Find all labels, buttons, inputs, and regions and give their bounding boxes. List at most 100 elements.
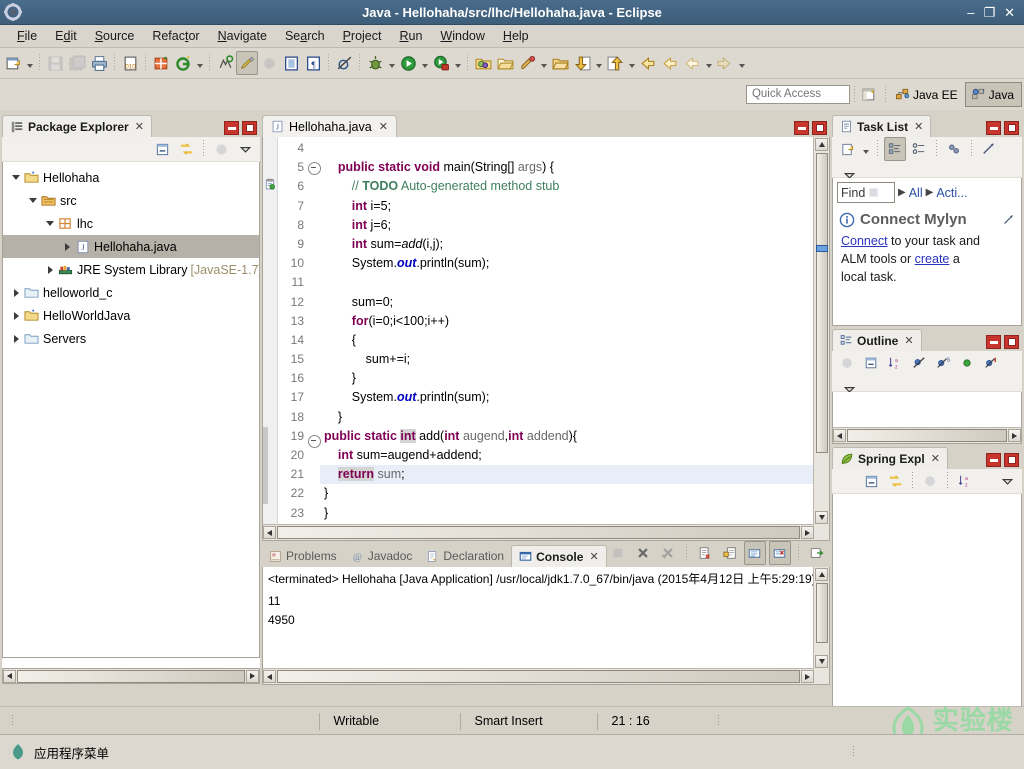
console-output[interactable]: 11 4950 bbox=[263, 592, 829, 633]
collapse-all-icon[interactable] bbox=[151, 137, 173, 161]
previous-annotation-icon[interactable] bbox=[681, 51, 703, 75]
open-perspective-icon[interactable] bbox=[859, 83, 881, 107]
fold-collapse-icon[interactable] bbox=[308, 434, 321, 454]
new-task-dropdown-arrow[interactable] bbox=[860, 137, 871, 161]
new-class-icon[interactable] bbox=[172, 51, 194, 75]
pe-scroll-right-button[interactable] bbox=[246, 669, 259, 683]
import-icon[interactable] bbox=[571, 51, 593, 75]
new-java-project-icon[interactable] bbox=[150, 51, 172, 75]
outline-collapse-all-icon[interactable] bbox=[860, 351, 882, 375]
bottom-tab-console[interactable]: Console ✕ bbox=[511, 545, 607, 567]
open-type-icon[interactable] bbox=[214, 51, 236, 75]
bottom-tab-problems[interactable]: Problems bbox=[262, 545, 344, 567]
save-all-icon[interactable] bbox=[66, 51, 88, 75]
outline-scroll-left-button[interactable] bbox=[833, 429, 846, 442]
new-class-dropdown-arrow[interactable] bbox=[194, 51, 205, 75]
perspective-tab-java[interactable]: J Java bbox=[964, 82, 1022, 107]
package-explorer-maximize-button[interactable] bbox=[242, 121, 257, 135]
expand-arrow-down-icon[interactable] bbox=[26, 198, 40, 203]
menu-source[interactable]: Source bbox=[86, 27, 144, 45]
hide-locals-icon[interactable] bbox=[980, 351, 1002, 375]
code-line[interactable]: } bbox=[320, 484, 829, 503]
spring-explorer-close-icon[interactable]: ✕ bbox=[931, 452, 940, 465]
taskbar-label[interactable]: 应用程序菜单 bbox=[34, 743, 109, 762]
expand-arrow-right-icon[interactable] bbox=[9, 288, 23, 297]
spring-sort-icon[interactable]: a z bbox=[954, 469, 976, 493]
focus-on-active-task-icon[interactable] bbox=[210, 137, 232, 161]
menu-window[interactable]: Window bbox=[431, 27, 493, 45]
fold-collapse-icon[interactable] bbox=[308, 162, 321, 181]
new-dropdown-arrow[interactable] bbox=[24, 51, 35, 75]
tree-item-servers[interactable]: Servers bbox=[3, 327, 259, 350]
code-line[interactable]: } bbox=[320, 369, 829, 388]
debug-dropdown-arrow[interactable] bbox=[386, 51, 397, 75]
pe-scroll-thumb[interactable] bbox=[17, 669, 245, 683]
editor-folding-ruler[interactable] bbox=[308, 137, 321, 540]
outline-minimize-button[interactable] bbox=[986, 335, 1001, 349]
previous-annotation-dropdown-arrow[interactable] bbox=[703, 51, 714, 75]
remove-launch-icon[interactable] bbox=[632, 541, 654, 565]
code-line[interactable] bbox=[320, 139, 829, 158]
tree-item-helloworld-c[interactable]: helloworld_c bbox=[3, 281, 259, 304]
task-list-tab[interactable]: Task List ✕ bbox=[832, 115, 932, 137]
task-filter-active[interactable]: Acti... bbox=[936, 186, 967, 200]
clear-console-icon[interactable] bbox=[694, 541, 716, 565]
code-line[interactable]: return sum; bbox=[320, 465, 829, 485]
package-explorer-minimize-button[interactable] bbox=[224, 121, 239, 135]
code-line[interactable]: System.out.println(sum); bbox=[320, 254, 829, 273]
editor-scroll-right-button[interactable] bbox=[801, 526, 814, 539]
scheduled-presentation-icon[interactable] bbox=[908, 137, 930, 161]
menu-project[interactable]: Project bbox=[334, 27, 391, 45]
task-filter-all[interactable]: All bbox=[909, 186, 923, 200]
spring-link-with-editor-icon[interactable] bbox=[884, 469, 906, 493]
code-line[interactable]: int sum=add(i,j); bbox=[320, 235, 829, 254]
tree-item-hellohaha[interactable]: Hellohaha bbox=[3, 166, 259, 189]
debug-icon[interactable] bbox=[364, 51, 386, 75]
menu-navigate[interactable]: Navigate bbox=[209, 27, 276, 45]
code-line[interactable]: public static int add(int augend,int add… bbox=[320, 427, 829, 446]
next-annotation-icon[interactable] bbox=[714, 51, 736, 75]
code-line[interactable]: } bbox=[320, 408, 829, 427]
spring-explorer-maximize-button[interactable] bbox=[1004, 453, 1019, 467]
hide-nonpublic-icon[interactable] bbox=[956, 351, 978, 375]
view-menu-icon[interactable] bbox=[234, 137, 256, 161]
menu-run[interactable]: Run bbox=[390, 27, 431, 45]
outline-hscrollbar[interactable] bbox=[833, 427, 1021, 443]
spring-focus-icon[interactable] bbox=[919, 469, 941, 493]
find-clear-icon[interactable] bbox=[867, 186, 880, 199]
outline-scroll-right-button[interactable] bbox=[1008, 429, 1021, 442]
task-list-maximize-button[interactable] bbox=[1004, 121, 1019, 135]
menu-refactor[interactable]: Refactor bbox=[143, 27, 208, 45]
show-console-on-output-icon[interactable] bbox=[743, 541, 766, 565]
code-line[interactable]: for(i=0;i<100;i++) bbox=[320, 312, 829, 331]
code-line[interactable]: public static void main(String[] args) { bbox=[320, 158, 829, 177]
editor-tab-close-icon[interactable]: ✕ bbox=[379, 120, 388, 133]
expand-arrow-down-icon[interactable] bbox=[9, 175, 23, 180]
close-button[interactable]: ✕ bbox=[1004, 6, 1015, 19]
synchronize-changed-icon[interactable] bbox=[943, 137, 965, 161]
perspective-tab-java-ee[interactable]: Java EE bbox=[890, 82, 965, 107]
spring-view-menu-icon[interactable] bbox=[996, 469, 1018, 493]
code-line[interactable] bbox=[320, 273, 829, 292]
toggle-mark-occurrences-icon[interactable] bbox=[236, 51, 258, 75]
bottom-tab-close-icon[interactable]: ✕ bbox=[589, 550, 598, 563]
activate-task-dropdown-arrow[interactable] bbox=[538, 51, 549, 75]
activate-task-icon[interactable] bbox=[516, 51, 538, 75]
skip-all-breakpoints-icon[interactable] bbox=[333, 51, 355, 75]
editor-tab-hellohaha[interactable]: J Hellohaha.java ✕ bbox=[262, 115, 397, 137]
editor-vscrollbar[interactable] bbox=[813, 137, 829, 540]
outline-hscroll-thumb[interactable] bbox=[847, 429, 1007, 442]
package-explorer-hscrollbar[interactable] bbox=[2, 668, 260, 684]
bottom-tab-javadoc[interactable]: @ Javadoc bbox=[344, 545, 420, 567]
run-dropdown-arrow[interactable] bbox=[419, 51, 430, 75]
tree-item-src[interactable]: src bbox=[3, 189, 259, 212]
code-line[interactable]: int sum=augend+addend; bbox=[320, 446, 829, 465]
task-list-minimize-button[interactable] bbox=[986, 121, 1001, 135]
code-line[interactable]: System.out.println(sum); bbox=[320, 388, 829, 407]
code-line[interactable]: sum+=i; bbox=[320, 350, 829, 369]
outline-maximize-button[interactable] bbox=[1004, 335, 1019, 349]
editor-scroll-down-button[interactable] bbox=[815, 511, 828, 524]
link-with-editor-icon[interactable] bbox=[175, 137, 197, 161]
editor-hscroll-thumb[interactable] bbox=[277, 526, 800, 539]
mylyn-arrow-icon[interactable] bbox=[1002, 213, 1015, 226]
